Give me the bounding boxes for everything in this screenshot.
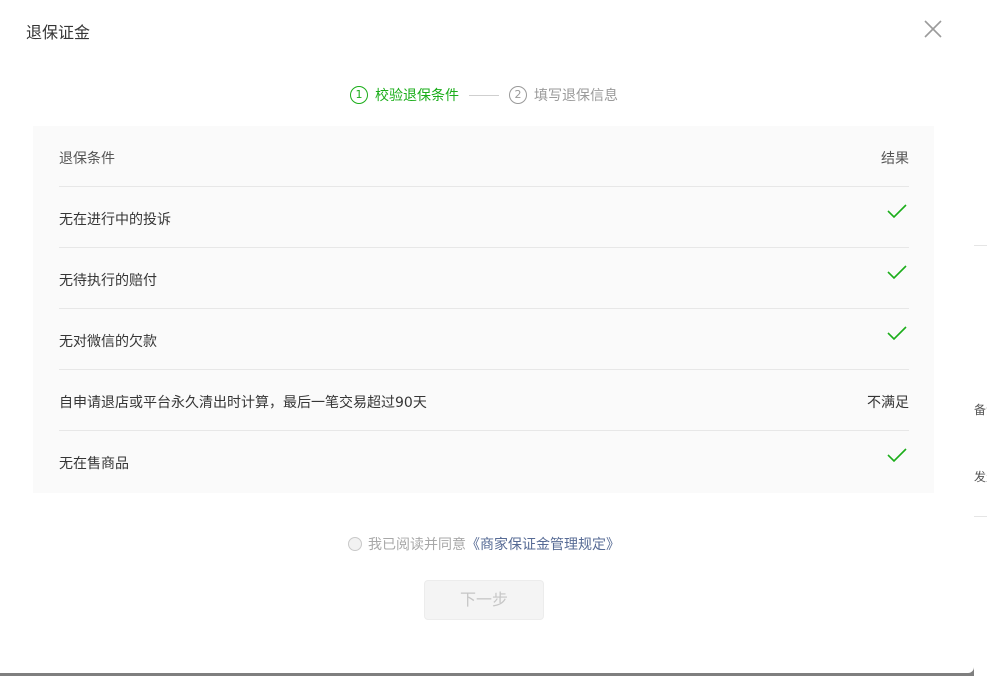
condition-text: 无在售商品 [59, 456, 129, 472]
header-result: 结果 [881, 151, 909, 167]
conditions-table: 退保条件 结果 无在进行中的投诉 无待执行的赔付 无对微信的欠款 自申请退店或平… [33, 126, 934, 493]
table-header-row: 退保条件 结果 [59, 126, 909, 187]
step-label: 填写退保信息 [534, 88, 618, 104]
table-row: 无对微信的欠款 [59, 309, 909, 370]
condition-text: 无在进行中的投诉 [59, 212, 171, 228]
background-divider [974, 516, 987, 517]
check-icon [887, 264, 907, 280]
background-divider [974, 245, 987, 246]
step-indicator: 1 校验退保条件 2 填写退保信息 [350, 85, 618, 105]
check-icon [887, 325, 907, 341]
agreement-row: 我已阅读并同意 《商家保证金管理规定》 [348, 535, 620, 553]
step-label: 校验退保条件 [375, 88, 459, 104]
background-text-fragment: 发生 [974, 470, 987, 484]
header-condition: 退保条件 [59, 151, 115, 167]
agreement-radio[interactable] [348, 537, 362, 551]
agreement-link[interactable]: 《商家保证金管理规定》 [466, 534, 620, 554]
table-row: 无在进行中的投诉 [59, 187, 909, 248]
check-icon [887, 203, 907, 219]
table-row: 自申请退店或平台永久清出时计算，最后一笔交易超过90天 不满足 [59, 370, 909, 431]
step-fill-info: 2 填写退保信息 [509, 85, 618, 105]
agreement-text: 我已阅读并同意 [368, 537, 466, 553]
refund-deposit-dialog: 退保证金 1 校验退保条件 2 填写退保信息 退保条件 结果 无在进行中的投诉 [0, 0, 974, 673]
background-page [974, 0, 987, 676]
table-row: 无待执行的赔付 [59, 248, 909, 309]
next-step-button[interactable]: 下一步 [424, 580, 544, 620]
step-number: 2 [509, 86, 527, 104]
condition-text: 自申请退店或平台永久清出时计算，最后一笔交易超过90天 [59, 395, 427, 411]
check-icon [887, 447, 907, 463]
background-text-fragment: 备注 [974, 403, 987, 417]
step-connector [469, 94, 499, 96]
condition-text: 无待执行的赔付 [59, 273, 157, 289]
result-not-met: 不满足 [867, 395, 909, 411]
dialog-title: 退保证金 [26, 23, 91, 42]
close-icon[interactable] [920, 16, 946, 42]
table-row: 无在售商品 [59, 431, 909, 492]
condition-text: 无对微信的欠款 [59, 334, 157, 350]
step-number: 1 [350, 86, 368, 104]
step-verify-conditions: 1 校验退保条件 [350, 85, 459, 105]
